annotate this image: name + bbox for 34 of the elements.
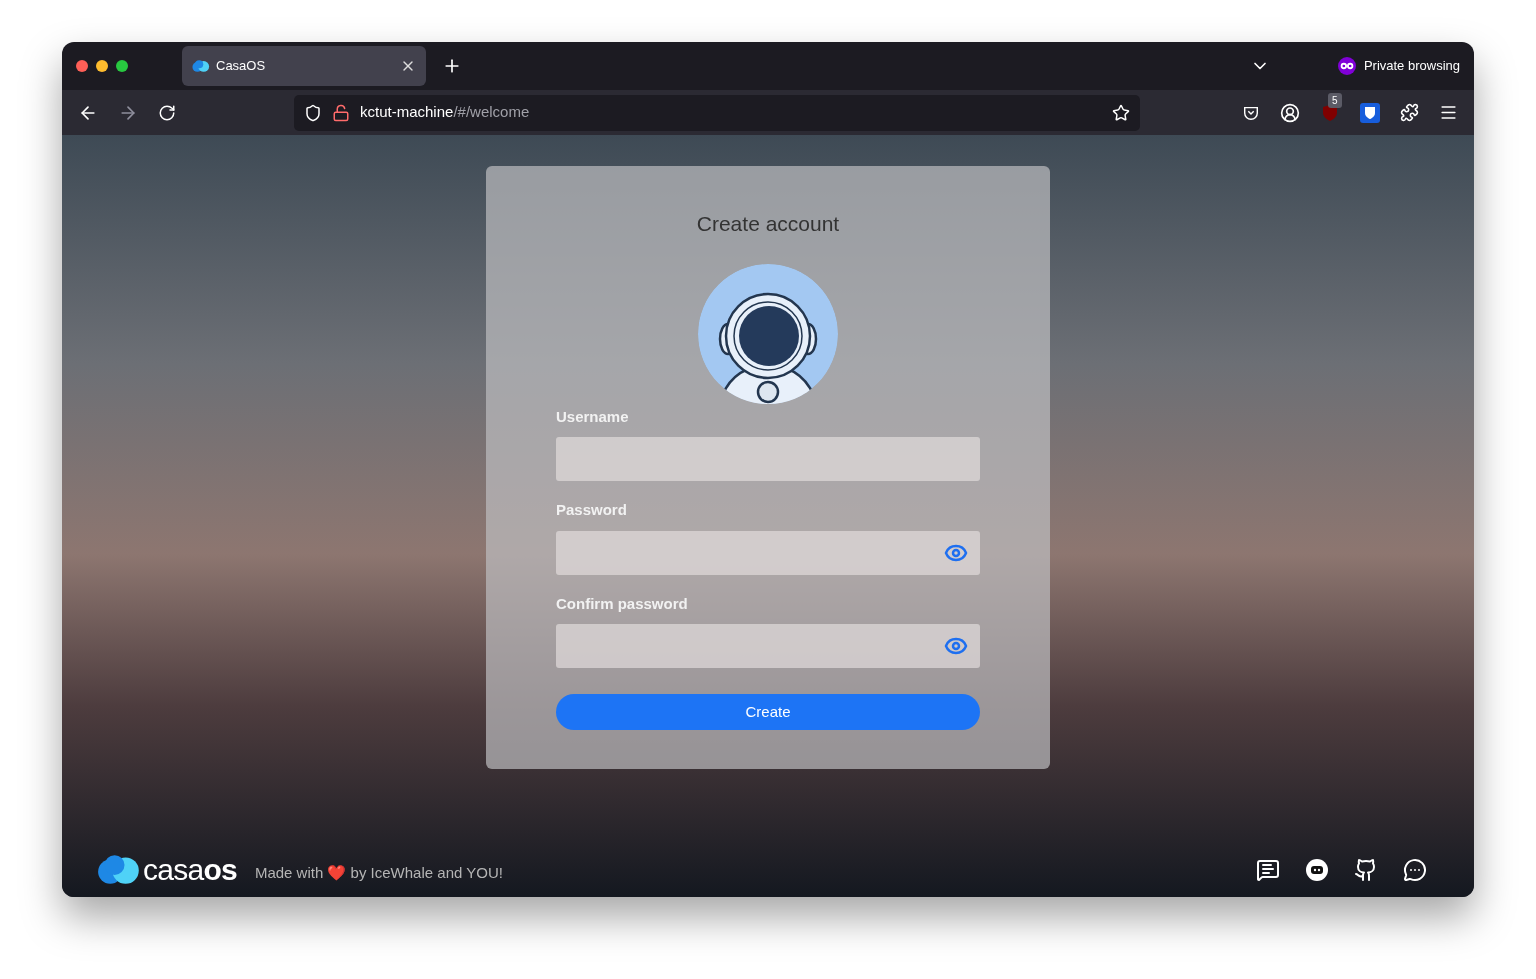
form-title: Create account	[696, 211, 840, 237]
field-label: Username	[556, 406, 630, 427]
browser-tab[interactable]: CasaOS	[182, 46, 426, 86]
casaos-wordmark: casaos	[143, 854, 237, 885]
chat-bubble-icon[interactable]	[1305, 857, 1329, 882]
feedback-icon[interactable]	[1256, 857, 1280, 882]
create-button[interactable]: Create	[556, 694, 980, 730]
footer-tagline: Made with ❤ by IceWhale and YOU!	[254, 863, 503, 884]
password-manager-icon[interactable]	[1360, 102, 1380, 123]
address-bar[interactable]: kctut-machine/#/welcome	[294, 94, 1140, 131]
github-icon[interactable]	[1354, 857, 1378, 882]
input-field[interactable]	[556, 624, 980, 668]
extensions-icon[interactable]	[1400, 103, 1419, 122]
input-field[interactable]	[556, 530, 980, 575]
minimize-window-button[interactable]	[96, 60, 108, 72]
extension-badge: 5	[1328, 92, 1342, 108]
maximize-window-button[interactable]	[116, 60, 128, 72]
mask-icon	[1337, 57, 1356, 75]
casaos-logo-icon	[192, 59, 210, 73]
close-window-button[interactable]	[76, 60, 88, 72]
message-icon[interactable]	[1403, 857, 1427, 882]
menu-icon[interactable]	[1439, 103, 1458, 122]
account-icon[interactable]	[1280, 102, 1300, 123]
input-field[interactable]	[556, 437, 980, 481]
shield-icon	[304, 103, 322, 122]
casaos-logo-icon	[97, 854, 141, 885]
bookmark-star-icon[interactable]	[1112, 103, 1130, 122]
reload-icon[interactable]	[158, 103, 176, 122]
private-browsing-label: Private browsing	[1363, 57, 1460, 76]
field-label: Confirm password	[556, 593, 689, 614]
field-label: Password	[556, 500, 628, 520]
tab-title: CasaOS	[216, 57, 267, 76]
insecure-lock-icon	[332, 103, 350, 122]
url-text: kctut-machine/#/welcome	[360, 102, 530, 123]
